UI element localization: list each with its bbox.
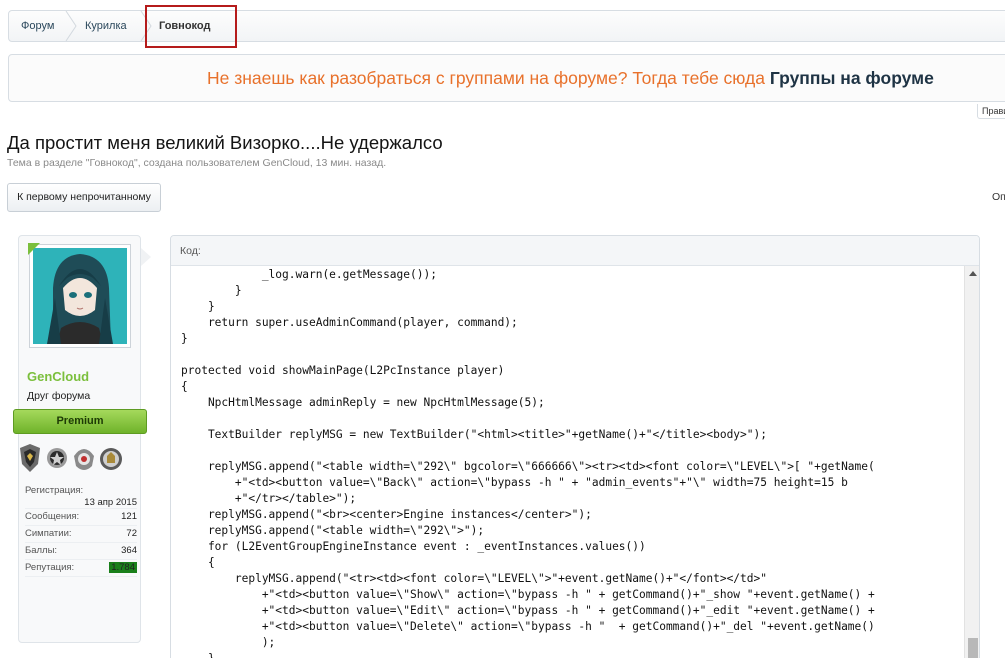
first-unread-button[interactable]: К первому непрочитанному <box>7 183 161 212</box>
rules-tab[interactable]: Прави <box>977 104 1005 119</box>
trophy-icon[interactable] <box>18 444 42 474</box>
page-title: Да простит меня великий Визорко....Не уд… <box>7 132 443 153</box>
code-line: replyMSG.append("<br><center>Engine inst… <box>181 508 592 521</box>
banner-text: Не знаешь как разобраться с группами на … <box>207 68 934 89</box>
thread-meta: Тема в разделе "Говнокод", создана польз… <box>7 157 387 169</box>
code-header: Код: <box>171 236 979 266</box>
stat-label: Сообщения: <box>25 511 80 522</box>
code-line: NpcHtmlMessage adminReply = new NpcHtmlM… <box>181 396 545 409</box>
stat-value: 72 <box>126 528 137 539</box>
scroll-thumb[interactable] <box>968 638 978 658</box>
stat-reputation: Репутация: 1.784 <box>25 560 137 577</box>
options-button[interactable]: Оп <box>992 191 1005 203</box>
code-line: +"<td><button value=\"Show\" action=\"by… <box>181 588 875 601</box>
code-line: +"</tr></table>"); <box>181 492 357 505</box>
notice-banner: Не знаешь как разобраться с группами на … <box>8 54 1005 102</box>
reputation-badge: 1.784 <box>109 562 137 573</box>
premium-badge: Premium <box>13 409 147 434</box>
stat-value[interactable]: 121 <box>121 511 137 522</box>
code-line: +"<td><button value=\"Back\" action=\"by… <box>181 476 848 489</box>
code-line: } <box>181 651 215 658</box>
stat-label: Регистрация: <box>25 485 84 496</box>
online-indicator <box>28 243 40 255</box>
stat-points: Баллы: 364 <box>25 543 137 560</box>
code-line: +"<td><button value=\"Delete\" action=\"… <box>181 620 875 633</box>
code-block: Код: _log.warn(e.getMessage()); } } retu… <box>170 235 980 658</box>
code-line: +"<td><button value=\"Edit\" action=\"by… <box>181 604 875 617</box>
code-scrollbar[interactable] <box>964 266 979 658</box>
trophy-icon[interactable] <box>72 444 96 474</box>
user-panel-arrow <box>141 248 151 266</box>
code-line: ); <box>181 636 276 649</box>
scroll-up-icon[interactable] <box>969 271 977 276</box>
code-line: { <box>181 380 188 393</box>
username[interactable]: GenCloud <box>27 369 89 384</box>
stat-registration: Регистрация: 13 апр 2015 <box>25 483 137 509</box>
breadcrumb-item-forum[interactable]: Форум <box>21 11 54 41</box>
breadcrumb-separator <box>65 11 77 41</box>
code-line: TextBuilder replyMSG = new TextBuilder("… <box>181 428 767 441</box>
stat-value: 13 апр 2015 <box>84 497 137 508</box>
code-line: for (L2EventGroupEngineInstance event : … <box>181 540 646 553</box>
trophies <box>18 444 128 474</box>
avatar[interactable] <box>29 244 131 348</box>
stat-messages: Сообщения: 121 <box>25 509 137 526</box>
groups-link[interactable]: Группы на форуме <box>770 68 934 88</box>
breadcrumb-item-kurilka[interactable]: Курилка <box>85 11 127 41</box>
stat-value[interactable]: 364 <box>121 545 137 556</box>
code-line: _log.warn(e.getMessage()); <box>181 268 437 281</box>
code-line: } <box>181 300 215 313</box>
code-line: replyMSG.append("<tr><td><font color=\"L… <box>181 572 767 585</box>
trophy-icon[interactable] <box>45 444 69 474</box>
code-line: replyMSG.append("<table width=\"292\">")… <box>181 524 485 537</box>
stat-label: Баллы: <box>25 545 58 556</box>
stat-label: Репутация: <box>25 562 75 573</box>
trophy-icon[interactable] <box>99 444 123 474</box>
code-line: { <box>181 556 215 569</box>
user-title: Друг форума <box>27 390 91 402</box>
stat-label: Симпатии: <box>25 528 72 539</box>
code-line: return super.useAdminCommand(player, com… <box>181 316 518 329</box>
code-line: } <box>181 332 188 345</box>
code-line: protected void showMainPage(L2PcInstance… <box>181 364 505 377</box>
code-content[interactable]: _log.warn(e.getMessage()); } } return su… <box>171 266 964 658</box>
user-stats: Регистрация: 13 апр 2015 Сообщения: 121 … <box>25 483 137 577</box>
code-line: replyMSG.append("<table width=\"292\" bg… <box>181 460 875 473</box>
code-line: } <box>181 284 242 297</box>
banner-message: Не знаешь как разобраться с группами на … <box>207 68 770 88</box>
highlight-box <box>145 5 237 48</box>
stat-likes: Симпатии: 72 <box>25 526 137 543</box>
